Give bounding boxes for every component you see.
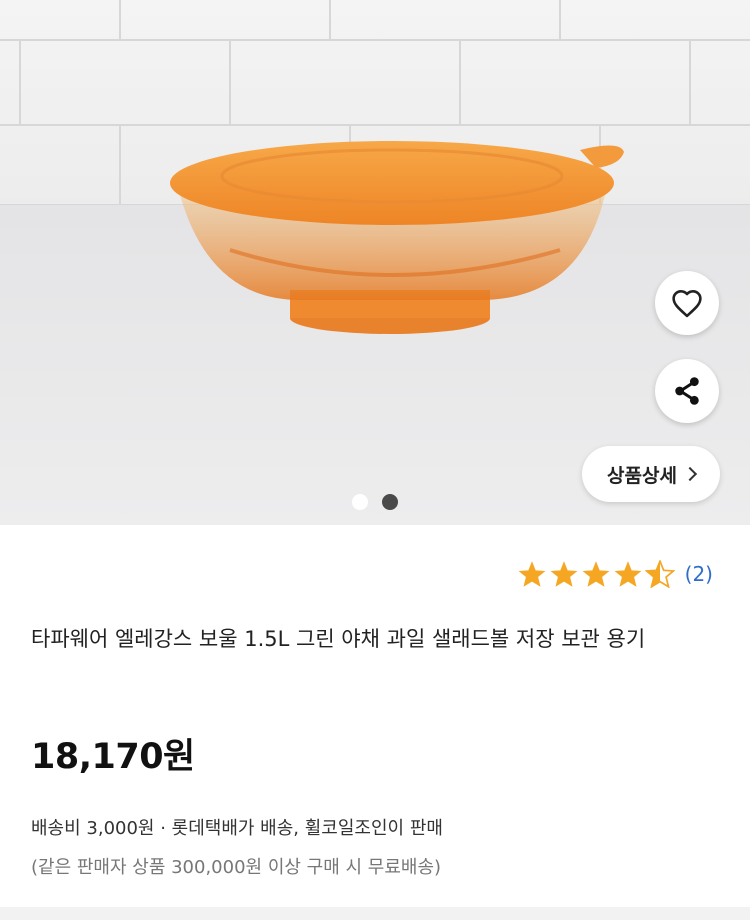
product-title: 타파웨어 엘레강스 보울 1.5L 그린 야채 과일 샐래드볼 저장 보관 용기 xyxy=(31,627,646,651)
product-detail-label: 상품상세 xyxy=(607,464,677,487)
star-icon-filled xyxy=(582,561,610,587)
shipping-info: 배송비 3,000원 · 롯데택배가 배송, 휠코일조인이 판매 xyxy=(31,818,443,839)
carousel-indicator xyxy=(352,494,398,510)
star-rating[interactable]: (2) xyxy=(517,560,713,588)
product-detail-button[interactable]: 상품상세 xyxy=(582,446,720,502)
heart-outline-icon xyxy=(672,289,702,318)
star-icon-half xyxy=(644,560,675,588)
carousel-dot[interactable] xyxy=(352,494,368,510)
free-shipping-note: (같은 판매자 상품 300,000원 이상 구매 시 무료배송) xyxy=(31,857,442,878)
product-price: 18,170원 xyxy=(31,737,195,777)
chevron-right-icon xyxy=(682,466,698,482)
like-button[interactable] xyxy=(655,271,719,335)
share-button[interactable] xyxy=(655,359,719,423)
star-icon-filled xyxy=(614,561,642,587)
star-icon-filled xyxy=(550,561,578,587)
section-divider xyxy=(0,907,750,920)
review-count-link[interactable]: (2) xyxy=(685,562,713,586)
star-icon-filled xyxy=(518,561,546,587)
carousel-dot-active[interactable] xyxy=(382,494,398,510)
share-icon xyxy=(675,377,699,405)
product-image-carousel[interactable]: 상품상세 xyxy=(0,0,750,525)
